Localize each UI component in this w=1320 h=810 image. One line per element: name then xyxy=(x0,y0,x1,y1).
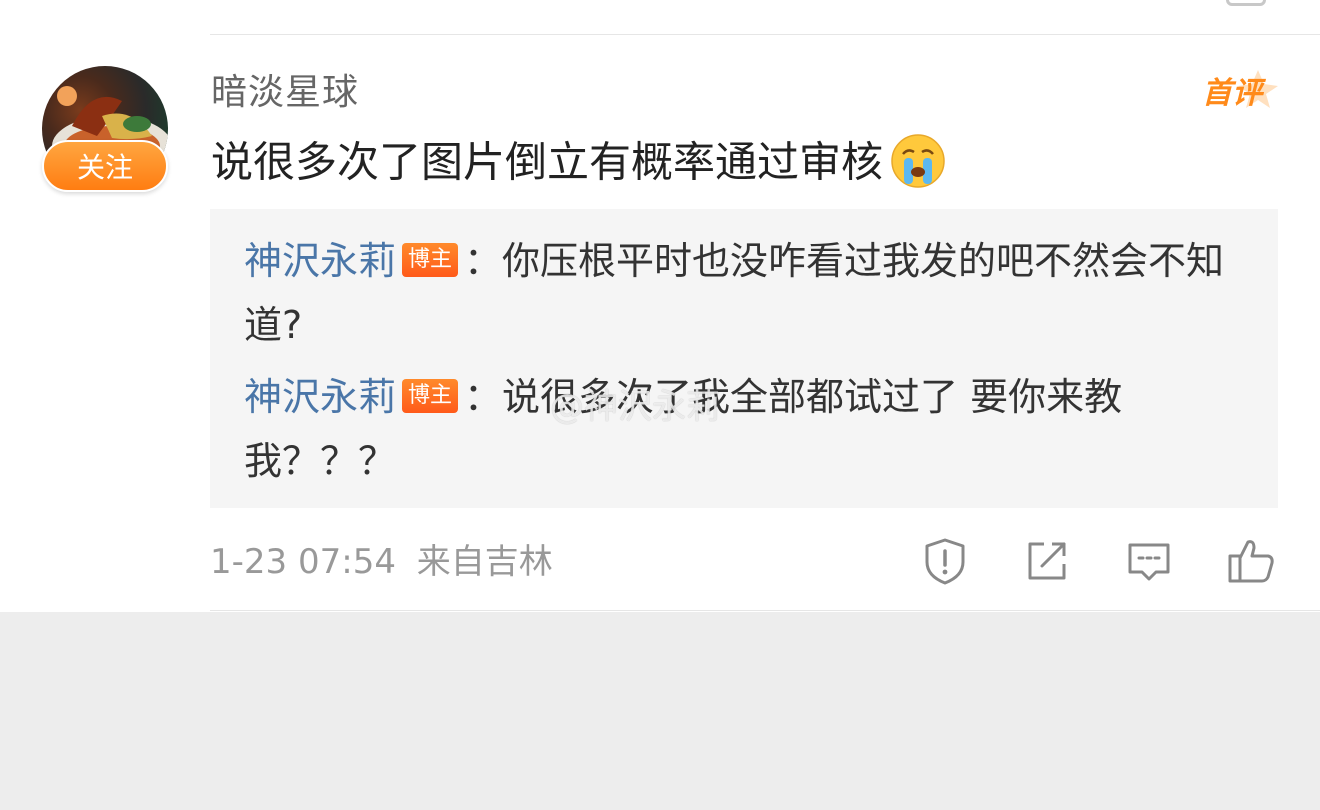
blogger-badge: 博主 xyxy=(402,242,459,277)
reply-icon[interactable] xyxy=(1124,536,1174,586)
crying-face-icon xyxy=(889,132,947,190)
share-icon[interactable] xyxy=(1022,536,1072,586)
reply-author[interactable]: 神沢永莉 xyxy=(244,239,396,283)
previous-row-like-icon xyxy=(1226,0,1266,6)
reply-item[interactable]: 神沢永莉 博主 ：说很多次了我全部都试过了 要你来教我？？？ xyxy=(244,365,1244,493)
first-comment-badge: 首评 xyxy=(1196,66,1282,120)
comment-meta: 1-23 07:54 来自吉林 xyxy=(210,540,553,584)
comment-time: 1-23 07:54 xyxy=(210,542,396,582)
reply-author[interactable]: 神沢永莉 xyxy=(244,375,396,419)
divider xyxy=(210,34,1320,35)
divider xyxy=(210,610,1320,611)
comment-card: 关注 暗淡星球 首评 说很多次了图片倒立有概率通过审核 神沢永莉 博主 ：你压根平时… xyxy=(0,0,1320,612)
comment-text: 说很多次了图片倒立有概率通过审核 xyxy=(211,134,947,194)
like-icon[interactable] xyxy=(1226,536,1276,586)
comment-body: 说很多次了图片倒立有概率通过审核 xyxy=(211,137,884,187)
report-icon[interactable] xyxy=(920,536,970,586)
comment-username[interactable]: 暗淡星球 xyxy=(211,70,359,116)
reply-item[interactable]: 神沢永莉 博主 ：你压根平时也没咋看过我发的吧不然会不知道? xyxy=(244,229,1244,357)
follow-button[interactable]: 关注 xyxy=(42,140,168,192)
first-comment-label: 首评 xyxy=(1202,76,1262,111)
reply-thread[interactable]: 神沢永莉 博主 ：你压根平时也没咋看过我发的吧不然会不知道? 神沢永莉 博主 ：说很多次… xyxy=(210,209,1278,508)
blogger-badge: 博主 xyxy=(402,378,459,413)
comment-location: 来自吉林 xyxy=(416,542,553,582)
watermark: @神沢永莉 xyxy=(550,387,720,427)
